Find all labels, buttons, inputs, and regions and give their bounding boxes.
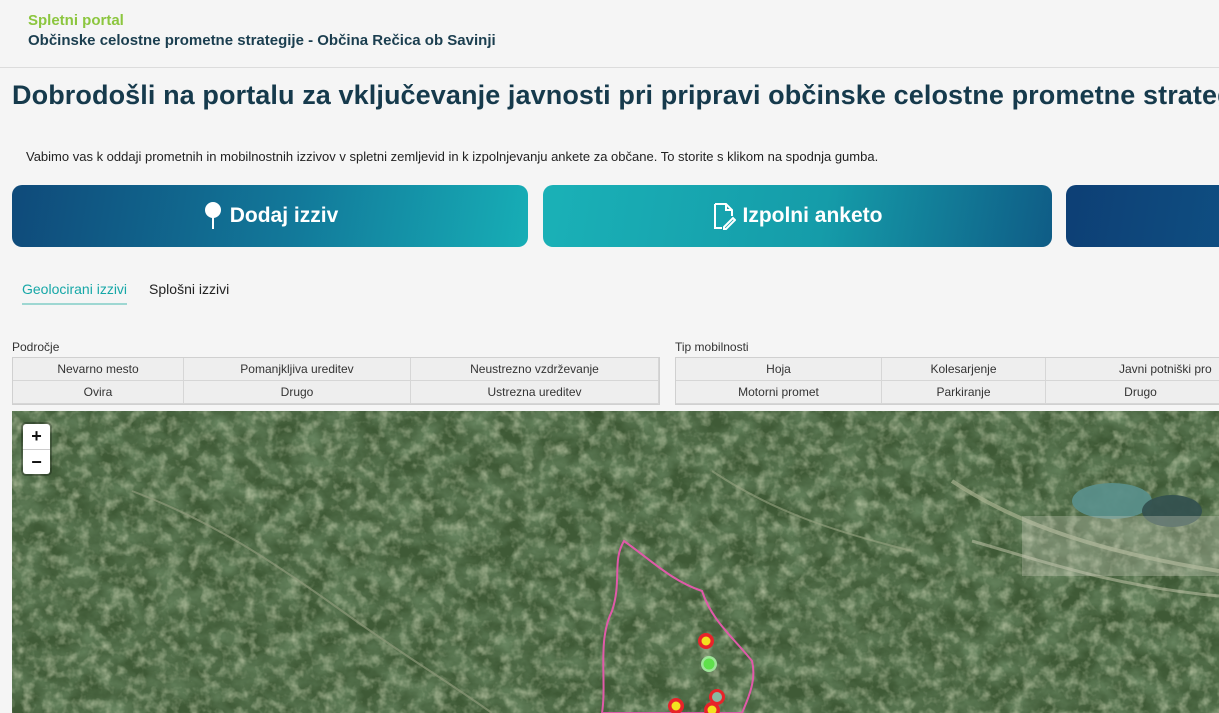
filter-walking[interactable]: Hoja xyxy=(676,358,882,381)
challenge-map[interactable]: + − xyxy=(12,411,1219,713)
filter-dangerous-place[interactable]: Nevarno mesto xyxy=(13,358,184,381)
site-subtitle: Občinske celostne prometne strategije - … xyxy=(28,32,496,49)
add-challenge-label: Dodaj izziv xyxy=(229,204,339,227)
mobility-filter-label: Tip mobilnosti xyxy=(675,340,749,354)
filter-cycling[interactable]: Kolesarjenje xyxy=(882,358,1046,381)
tab-general-challenges[interactable]: Splošni izzivi xyxy=(149,281,229,305)
top-bar: Spletni portal Občinske celostne prometn… xyxy=(0,0,1219,68)
challenge-markers xyxy=(668,633,725,713)
challenge-tabs: Geolocirani izzivi Splošni izzivi xyxy=(22,281,251,305)
filter-deficient-arrangement[interactable]: Pomanjkljiva ureditev xyxy=(184,358,411,381)
mobility-filter-grid: Hoja Kolesarjenje Javni potniški pro Mot… xyxy=(675,357,1219,405)
filter-public-transport[interactable]: Javni potniški pro xyxy=(1046,358,1219,381)
filter-motor-traffic[interactable]: Motorni promet xyxy=(676,381,882,404)
filter-adequate-arrangement[interactable]: Ustrezna ureditev xyxy=(411,381,659,404)
filter-obstacle[interactable]: Ovira xyxy=(13,381,184,404)
filter-area-other[interactable]: Drugo xyxy=(184,381,411,404)
site-brand[interactable]: Spletni portal xyxy=(28,12,124,29)
fill-survey-button[interactable]: Izpolni anketo xyxy=(543,185,1052,247)
area-filter-label: Področje xyxy=(12,340,60,354)
challenge-marker[interactable] xyxy=(701,656,717,672)
challenge-marker[interactable] xyxy=(668,698,684,713)
tab-geolocated-challenges[interactable]: Geolocirani izzivi xyxy=(22,281,128,305)
filter-mobility-other[interactable]: Drugo xyxy=(1046,381,1219,404)
fill-survey-label: Izpolni anketo xyxy=(742,204,883,227)
document-edit-icon xyxy=(712,202,737,230)
page-title: Dobrodošli na portalu za vključevanje ja… xyxy=(12,80,1219,110)
area-filter-grid: Nevarno mesto Pomanjkljiva ureditev Neus… xyxy=(12,357,660,405)
third-action-button[interactable] xyxy=(1066,185,1219,247)
intro-text: Vabimo vas k oddaji prometnih in mobilno… xyxy=(26,149,879,164)
filter-poor-maintenance[interactable]: Neustrezno vzdrževanje xyxy=(411,358,659,381)
filter-parking[interactable]: Parkiranje xyxy=(882,381,1046,404)
map-pin-icon xyxy=(202,201,224,231)
add-challenge-button[interactable]: Dodaj izziv xyxy=(12,185,528,247)
challenge-marker[interactable] xyxy=(698,633,714,649)
